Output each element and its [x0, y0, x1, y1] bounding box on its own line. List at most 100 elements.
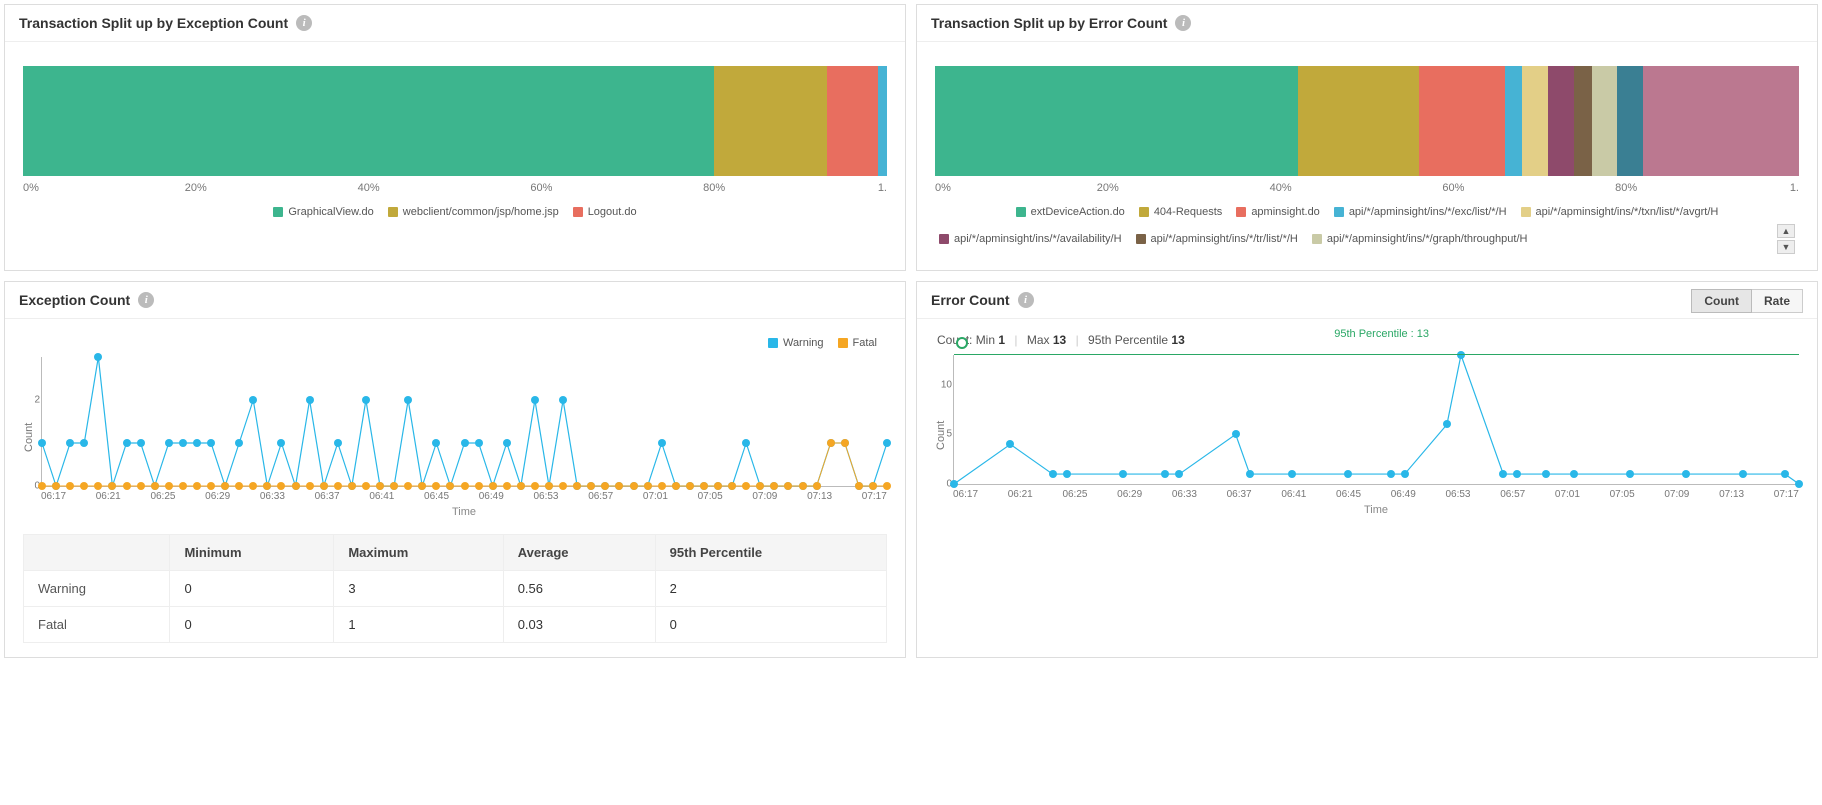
data-point[interactable]: [461, 482, 469, 490]
legend-item[interactable]: api/*/apminsight/ins/*/txn/list/*/avgrt/…: [1521, 206, 1719, 218]
data-point[interactable]: [545, 482, 553, 490]
data-point[interactable]: [489, 482, 497, 490]
data-point[interactable]: [1443, 420, 1451, 428]
legend-item[interactable]: apminsight.do: [1236, 206, 1320, 218]
data-point[interactable]: [1739, 470, 1747, 478]
data-point[interactable]: [418, 482, 426, 490]
data-point[interactable]: [108, 482, 116, 490]
info-icon[interactable]: i: [1175, 15, 1191, 31]
data-point[interactable]: [672, 482, 680, 490]
legend-item[interactable]: webclient/common/jsp/home.jsp: [388, 206, 559, 218]
data-point[interactable]: [855, 482, 863, 490]
data-point[interactable]: [475, 482, 483, 490]
data-point[interactable]: [869, 482, 877, 490]
stack-segment[interactable]: [1298, 66, 1419, 176]
data-point[interactable]: [390, 482, 398, 490]
data-point[interactable]: [306, 482, 314, 490]
data-point[interactable]: [1542, 470, 1550, 478]
data-point[interactable]: [207, 482, 215, 490]
legend-scroll-up-icon[interactable]: ▲: [1777, 224, 1795, 238]
data-point[interactable]: [320, 482, 328, 490]
data-point[interactable]: [193, 482, 201, 490]
data-point[interactable]: [714, 482, 722, 490]
data-point[interactable]: [263, 482, 271, 490]
data-point[interactable]: [1682, 470, 1690, 478]
stack-segment[interactable]: [1548, 66, 1574, 176]
data-point[interactable]: [249, 482, 257, 490]
stack-segment[interactable]: [1419, 66, 1505, 176]
data-point[interactable]: [362, 482, 370, 490]
data-point[interactable]: [80, 482, 88, 490]
data-point[interactable]: [728, 482, 736, 490]
data-point[interactable]: [1513, 470, 1521, 478]
stack-segment[interactable]: [23, 66, 714, 176]
data-point[interactable]: [517, 482, 525, 490]
data-point[interactable]: [1161, 470, 1169, 478]
data-point[interactable]: [292, 482, 300, 490]
data-point[interactable]: [38, 482, 46, 490]
data-point[interactable]: [376, 482, 384, 490]
data-point[interactable]: [404, 482, 412, 490]
data-point[interactable]: [587, 482, 595, 490]
data-point[interactable]: [235, 482, 243, 490]
data-point[interactable]: [151, 482, 159, 490]
legend-scroll-down-icon[interactable]: ▼: [1777, 240, 1795, 254]
data-point[interactable]: [573, 482, 581, 490]
legend-item[interactable]: GraphicalView.do: [273, 206, 373, 218]
stack-segment[interactable]: [935, 66, 1298, 176]
data-point[interactable]: [770, 482, 778, 490]
legend-item[interactable]: api/*/apminsight/ins/*/availability/H: [939, 224, 1122, 254]
data-point[interactable]: [813, 482, 821, 490]
data-point[interactable]: [531, 482, 539, 490]
data-point[interactable]: [630, 482, 638, 490]
stack-segment[interactable]: [1592, 66, 1618, 176]
stack-segment[interactable]: [1617, 66, 1643, 176]
stack-segment[interactable]: [1505, 66, 1522, 176]
stack-segment[interactable]: [1643, 66, 1799, 176]
data-point[interactable]: [1006, 440, 1014, 448]
data-point[interactable]: [123, 482, 131, 490]
tab-rate[interactable]: Rate: [1752, 289, 1803, 313]
data-point[interactable]: [432, 482, 440, 490]
data-point[interactable]: [1401, 470, 1409, 478]
data-point[interactable]: [221, 482, 229, 490]
data-point[interactable]: [742, 482, 750, 490]
data-point[interactable]: [1457, 351, 1465, 359]
info-icon[interactable]: i: [138, 292, 154, 308]
legend-item[interactable]: api/*/apminsight/ins/*/tr/list/*/H: [1136, 224, 1298, 254]
data-point[interactable]: [1049, 470, 1057, 478]
data-point[interactable]: [165, 482, 173, 490]
legend-item[interactable]: Warning: [768, 337, 824, 349]
data-point[interactable]: [615, 482, 623, 490]
data-point[interactable]: [799, 482, 807, 490]
data-point[interactable]: [841, 439, 849, 447]
data-point[interactable]: [66, 482, 74, 490]
data-point[interactable]: [1570, 470, 1578, 478]
data-point[interactable]: [883, 482, 891, 490]
data-point[interactable]: [700, 482, 708, 490]
stack-segment[interactable]: [714, 66, 826, 176]
data-point[interactable]: [1119, 470, 1127, 478]
data-point[interactable]: [1246, 470, 1254, 478]
data-point[interactable]: [1175, 470, 1183, 478]
stack-segment[interactable]: [1574, 66, 1591, 176]
data-point[interactable]: [1288, 470, 1296, 478]
data-point[interactable]: [334, 482, 342, 490]
stack-segment[interactable]: [878, 66, 887, 176]
stack-segment[interactable]: [827, 66, 879, 176]
data-point[interactable]: [559, 482, 567, 490]
data-point[interactable]: [1232, 430, 1240, 438]
data-point[interactable]: [756, 482, 764, 490]
data-point[interactable]: [658, 482, 666, 490]
data-point[interactable]: [784, 482, 792, 490]
data-point[interactable]: [644, 482, 652, 490]
data-point[interactable]: [1781, 470, 1789, 478]
stack-segment[interactable]: [1522, 66, 1548, 176]
legend-item[interactable]: api/*/apminsight/ins/*/graph/throughput/…: [1312, 224, 1528, 254]
legend-item[interactable]: Logout.do: [573, 206, 637, 218]
data-point[interactable]: [1344, 470, 1352, 478]
data-point[interactable]: [1387, 470, 1395, 478]
legend-item[interactable]: extDeviceAction.do: [1016, 206, 1125, 218]
data-point[interactable]: [277, 482, 285, 490]
data-point[interactable]: [179, 482, 187, 490]
